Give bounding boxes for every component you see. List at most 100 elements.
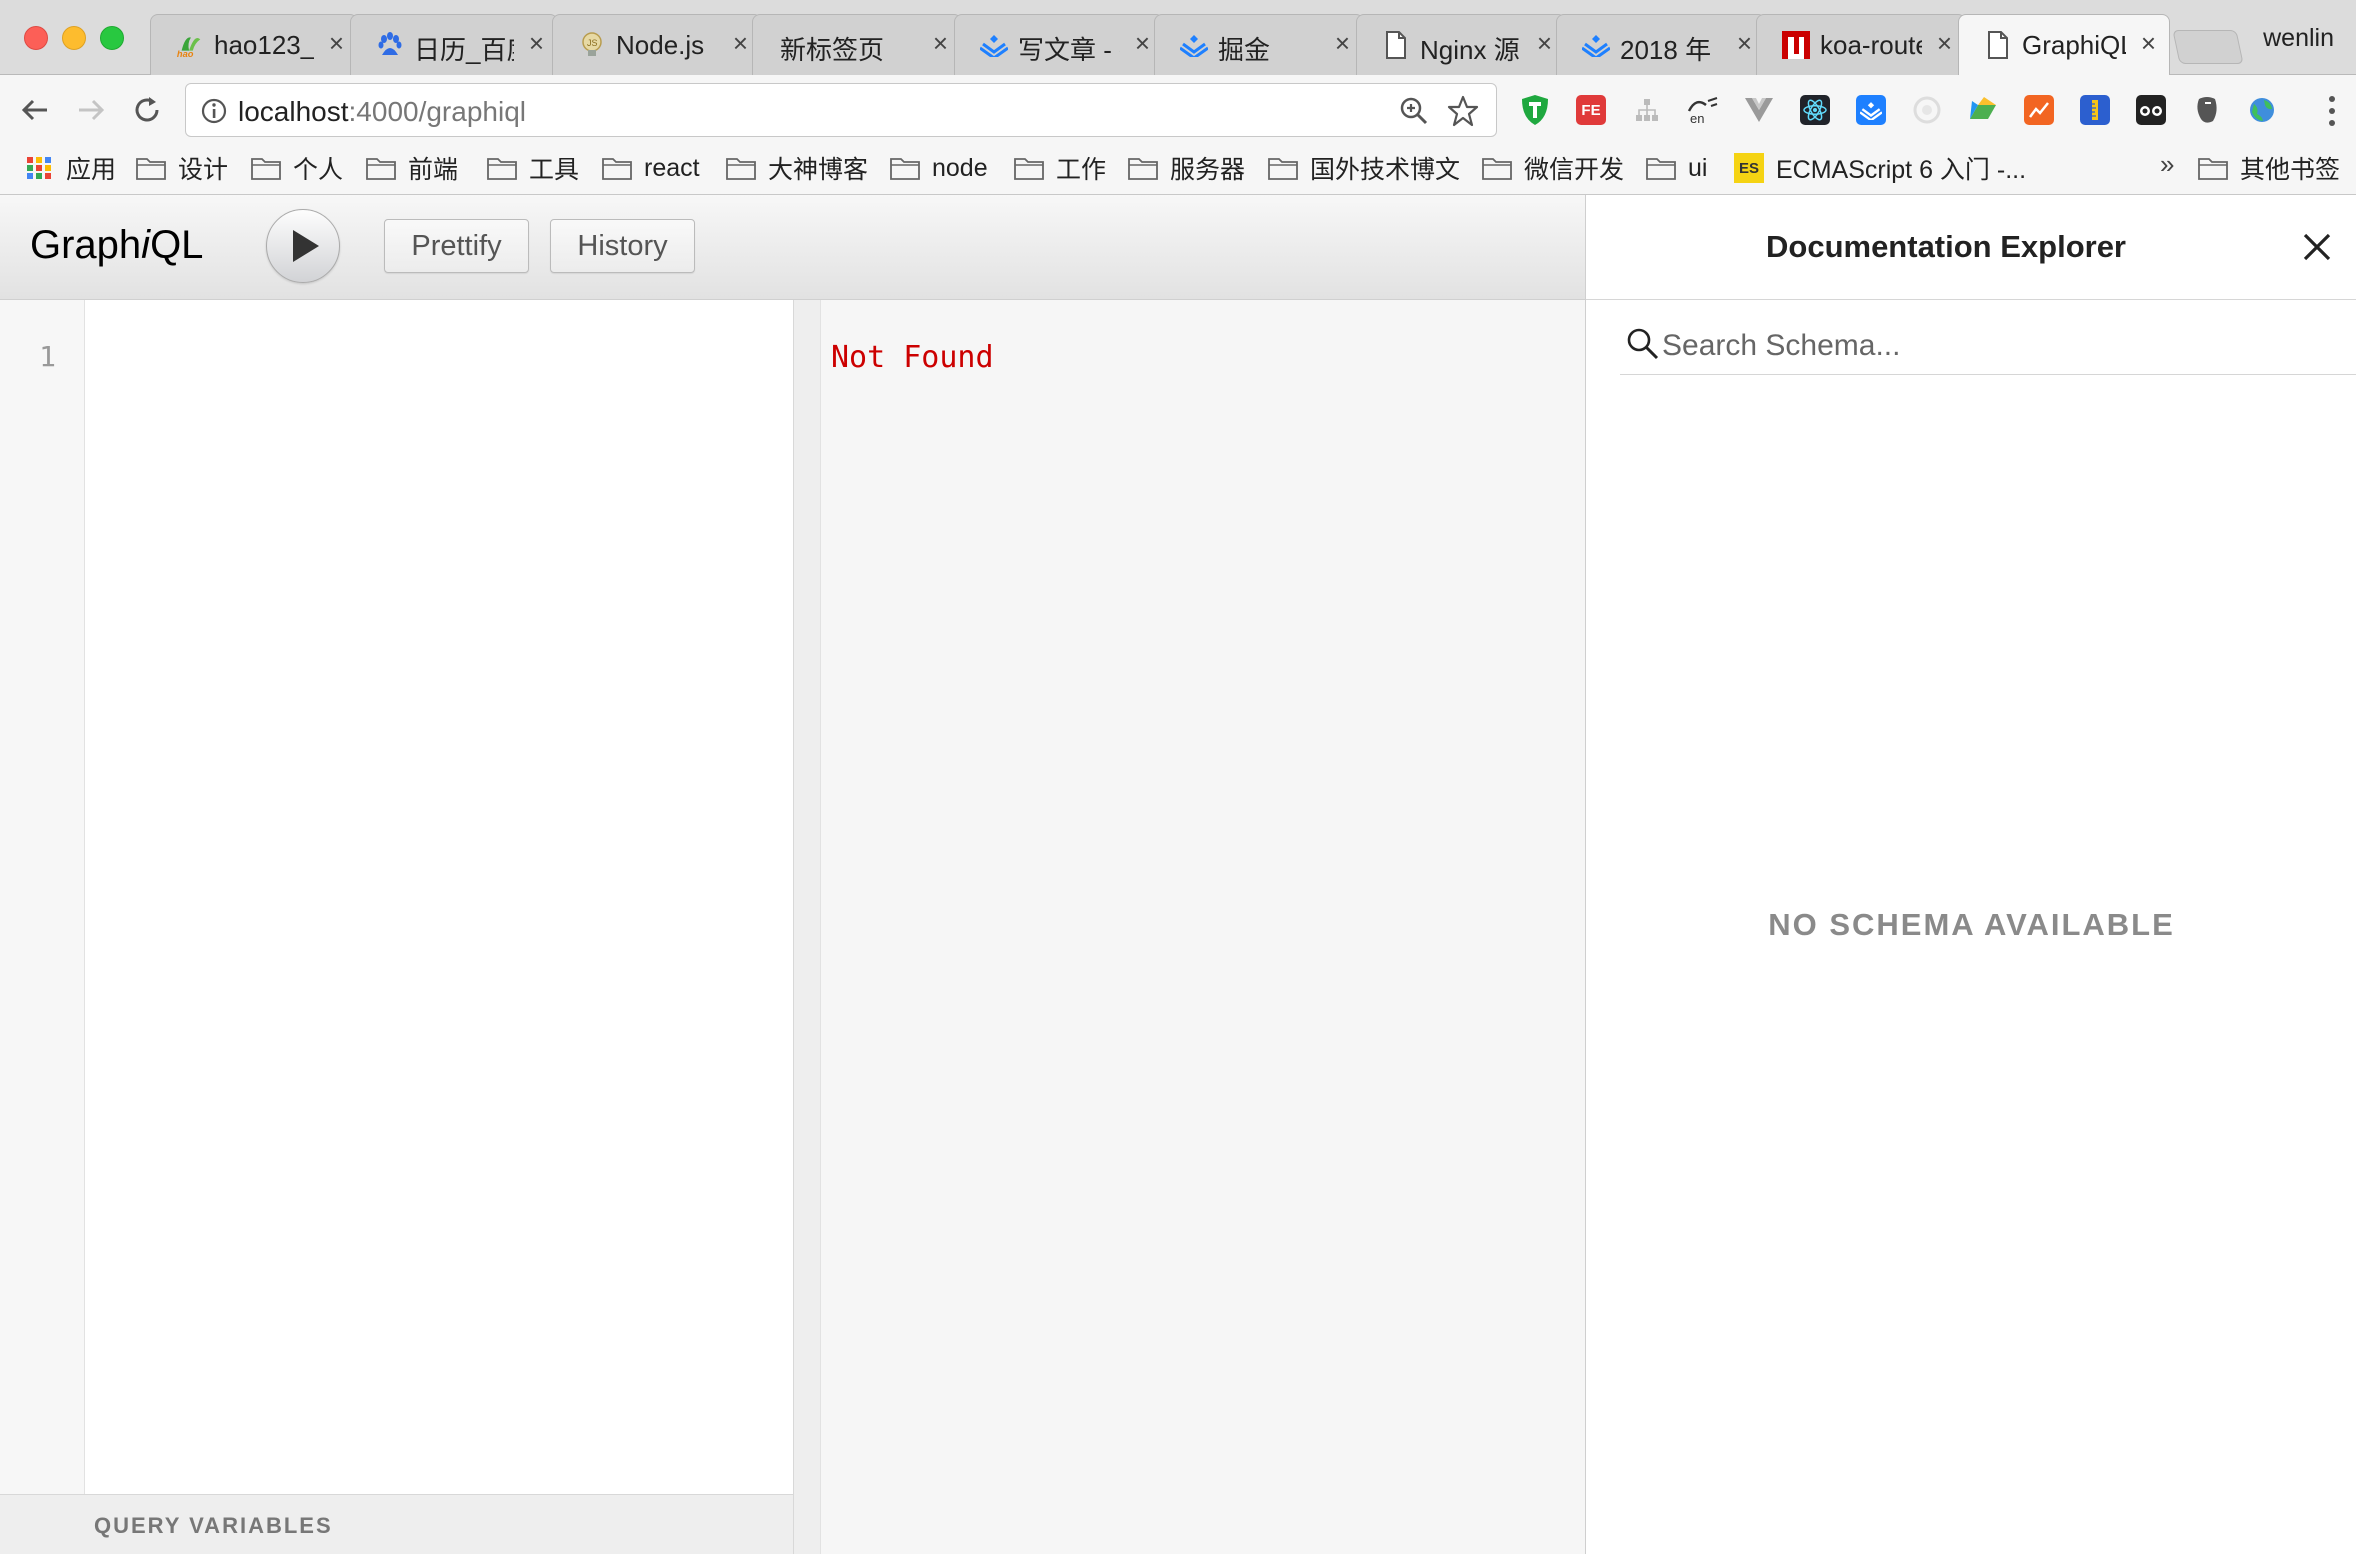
tab-write-article-juejin[interactable]: 写文章 - 掘金 × <box>954 14 1164 75</box>
tab-close-icon[interactable]: × <box>1737 28 1752 58</box>
minimize-window-button[interactable] <box>62 26 86 50</box>
bookmark-label: 工具 <box>529 156 580 184</box>
drive-ext-icon[interactable] <box>1964 91 2002 129</box>
bookmarks-overflow-chevron-icon[interactable]: » <box>2160 149 2174 180</box>
tab-title: 新标签页 <box>780 35 885 65</box>
tab-title: GraphiQL <box>2022 30 2126 60</box>
folder-icon <box>1646 158 1676 180</box>
prettify-button[interactable]: Prettify <box>384 219 529 273</box>
bookmark-label: 前端 <box>408 156 459 184</box>
forward-button[interactable] <box>68 87 114 133</box>
tab-title: 日历_百度 <box>414 35 514 65</box>
tab-title: 写文章 - 掘金 <box>1018 35 1120 65</box>
tab-graphiql[interactable]: GraphiQL × <box>1958 14 2170 75</box>
tab-close-icon[interactable]: × <box>733 28 748 58</box>
vue-icon[interactable] <box>1740 91 1778 129</box>
folder-icon <box>136 158 166 180</box>
tab-juejin[interactable]: 掘金 × <box>1154 14 1364 75</box>
profile-name[interactable]: wenlin <box>2263 24 2334 53</box>
tab-close-icon[interactable]: × <box>1537 28 1552 58</box>
reload-button[interactable] <box>124 87 170 133</box>
folder-icon <box>726 158 756 180</box>
tab-close-icon[interactable]: × <box>933 28 948 58</box>
docs-title: Documentation Explorer <box>1766 229 2126 264</box>
bookmark-folder-ui[interactable]: ui <box>1646 150 1707 186</box>
bookmark-folder-foreign-articles[interactable]: 国外技术博文 <box>1268 150 1460 186</box>
address-bar[interactable]: localhost:4000/graphiql <box>185 83 1497 137</box>
fe-icon[interactable]: FE <box>1572 91 1610 129</box>
bookmark-folder-react[interactable]: react <box>602 150 700 186</box>
bookmark-label: 微信开发 <box>1524 156 1625 184</box>
bookmark-folder-node[interactable]: node <box>890 150 988 186</box>
tab-hao123[interactable]: hao hao123_ × <box>150 14 358 75</box>
query-variables-bar[interactable]: QUERY VARIABLES <box>0 1494 793 1554</box>
tab-new-tab[interactable]: 新标签页 × <box>752 14 962 75</box>
tab-close-icon[interactable]: × <box>529 28 544 58</box>
editor-drag-handle[interactable] <box>793 300 821 1554</box>
svg-text:JS: JS <box>587 38 598 48</box>
folder-icon <box>602 158 632 180</box>
es-badge-icon: ES <box>1734 153 1764 183</box>
close-icon[interactable] <box>2301 231 2333 263</box>
circle-ext-icon[interactable] <box>1908 91 1946 129</box>
bookmark-folder-gurus-blogs[interactable]: 大神博客 <box>726 150 868 186</box>
query-variables-label: QUERY VARIABLES <box>94 1513 333 1538</box>
folder-icon <box>1014 158 1044 180</box>
sitemap-icon[interactable] <box>1628 91 1666 129</box>
search-icon <box>1627 328 1659 360</box>
tab-title: 掘金 <box>1218 35 1271 65</box>
zoom-icon[interactable] <box>1398 95 1430 127</box>
bookmark-folder-design[interactable]: 设计 <box>136 150 228 186</box>
npm-icon <box>1782 31 1810 59</box>
bookmark-ecmascript6[interactable]: ES ECMAScript 6 入门 -... <box>1734 150 2026 186</box>
bookmark-other-bookmarks[interactable]: 其他书签 <box>2198 150 2340 186</box>
schema-search <box>1620 319 2356 375</box>
tab-calendar-baidu[interactable]: 日历_百度 × <box>350 14 558 75</box>
bookmark-folder-tools[interactable]: 工具 <box>487 150 579 186</box>
tab-close-icon[interactable]: × <box>1135 28 1150 58</box>
tab-koa-router[interactable]: koa-router × <box>1756 14 1966 75</box>
juejin-ext-icon[interactable] <box>1852 91 1890 129</box>
chrome-menu-icon[interactable] <box>2322 91 2342 131</box>
tab-nodejs[interactable]: JS Node.js × <box>552 14 762 75</box>
bookmark-apps[interactable]: 应用 <box>24 150 116 186</box>
search-schema-input[interactable] <box>1660 325 2344 367</box>
evernote-icon[interactable] <box>2188 91 2226 129</box>
back-button[interactable] <box>12 87 58 133</box>
close-window-button[interactable] <box>24 26 48 50</box>
glasses-ext-icon[interactable] <box>2132 91 2170 129</box>
folder-icon <box>2198 158 2228 180</box>
tab-close-icon[interactable]: × <box>329 28 344 58</box>
svg-text:en: en <box>1690 111 1704 125</box>
bookmark-folder-work[interactable]: 工作 <box>1014 150 1106 186</box>
tab-2018[interactable]: 2018 年 × <box>1556 14 1766 75</box>
translate-icon[interactable]: en <box>1684 91 1722 129</box>
react-devtools-icon[interactable] <box>1796 91 1834 129</box>
query-editor[interactable]: 1 QUERY VARIABLES <box>0 300 793 1554</box>
tab-close-icon[interactable]: × <box>2141 28 2156 58</box>
chart-ext-icon[interactable] <box>2020 91 2058 129</box>
info-icon[interactable] <box>200 97 228 125</box>
execute-query-button[interactable] <box>266 209 340 283</box>
globe-ext-icon[interactable] <box>2244 91 2282 129</box>
ruler-ext-icon[interactable] <box>2076 91 2114 129</box>
documentation-explorer: Documentation Explorer NO SCHEMA AVAILAB… <box>1585 195 2356 1554</box>
tab-close-icon[interactable]: × <box>1335 28 1350 58</box>
new-tab-button[interactable] <box>2172 30 2244 64</box>
history-button[interactable]: History <box>550 219 695 273</box>
url-text[interactable]: localhost:4000/graphiql <box>238 96 526 128</box>
bookmark-folder-server[interactable]: 服务器 <box>1128 150 1245 186</box>
bookmark-folder-wechat-dev[interactable]: 微信开发 <box>1482 150 1624 186</box>
bookmark-star-icon[interactable] <box>1446 94 1480 128</box>
play-icon <box>293 230 319 262</box>
tab-nginx[interactable]: Nginx 源 × <box>1356 14 1566 75</box>
no-schema-message: NO SCHEMA AVAILABLE <box>1768 907 2175 942</box>
browser-window: hao hao123_ × 日历_百度 × JS Node.js × 新标签页 … <box>0 0 2356 1554</box>
adguard-icon[interactable] <box>1516 91 1554 129</box>
bookmark-folder-personal[interactable]: 个人 <box>251 150 343 186</box>
bookmark-folder-frontend[interactable]: 前端 <box>366 150 458 186</box>
tab-title: Nginx 源 <box>1420 35 1520 65</box>
tab-close-icon[interactable]: × <box>1937 28 1952 58</box>
browser-toolbar: localhost:4000/graphiql FE en <box>0 75 2356 145</box>
maximize-window-button[interactable] <box>100 26 124 50</box>
